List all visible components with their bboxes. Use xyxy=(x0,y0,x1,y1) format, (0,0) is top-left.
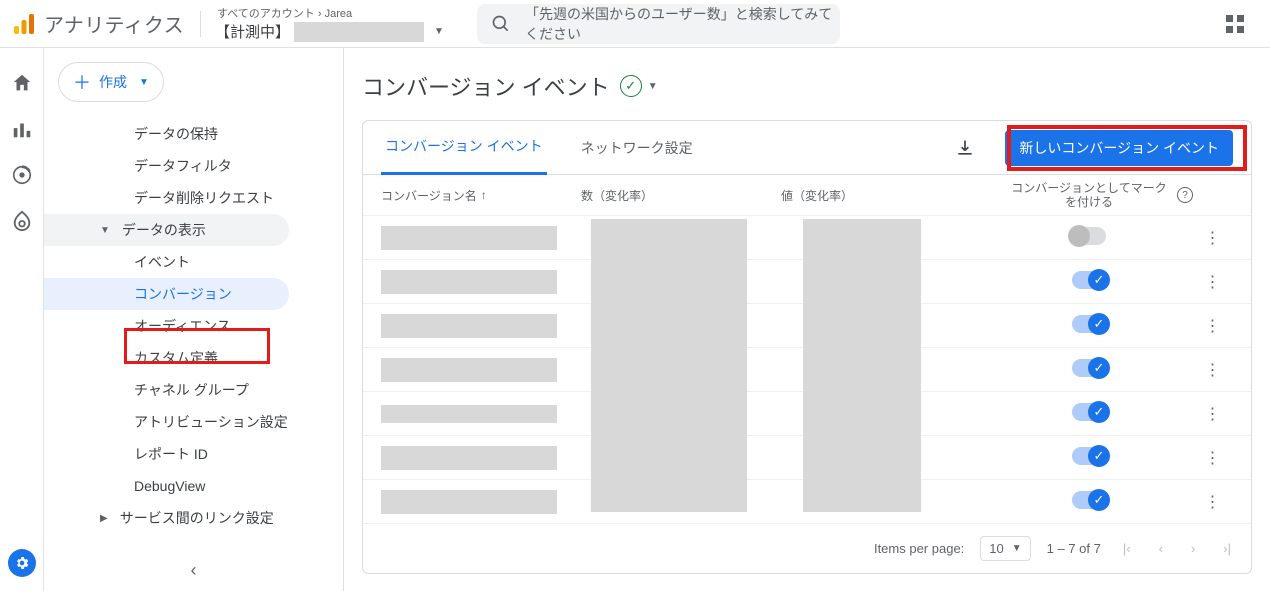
col-conversion-name[interactable]: コンバージョン名↑ xyxy=(381,187,581,204)
chevron-down-icon: ▼ xyxy=(100,225,110,236)
chevron-down-icon: ▼ xyxy=(139,77,149,88)
masked-cell xyxy=(381,490,557,514)
tab-conversion-events[interactable]: コンバージョン イベント xyxy=(381,121,547,175)
mark-toggle[interactable]: ✓ xyxy=(1072,271,1106,289)
help-icon[interactable]: ? xyxy=(1177,187,1193,203)
masked-cell xyxy=(381,446,557,470)
first-page-icon[interactable]: |‹ xyxy=(1117,541,1137,556)
brand-name: アナリティクス xyxy=(44,9,184,38)
sidebar-item-custom-definitions[interactable]: カスタム定義 xyxy=(44,342,289,374)
sidebar-nav: データの保持 データフィルタ データ削除リクエスト ▼データの表示 イベント コ… xyxy=(44,118,343,534)
admin-sidebar: ＋ 作成 ▼ データの保持 データフィルタ データ削除リクエスト ▼データの表示… xyxy=(44,48,344,591)
admin-settings-icon[interactable] xyxy=(8,549,36,577)
chevron-down-icon: ▼ xyxy=(1012,543,1022,554)
breadcrumb-top: すべてのアカウント › Jarea xyxy=(211,5,471,21)
page-title-row: コンバージョン イベント ✓ ▼ xyxy=(362,70,1252,102)
collapse-sidebar-icon[interactable]: ‹ xyxy=(191,560,197,581)
plus-icon: ＋ xyxy=(73,69,91,95)
reports-icon[interactable] xyxy=(11,118,33,140)
sidebar-item-attribution[interactable]: アトリビューション設定 xyxy=(44,406,289,438)
mark-toggle[interactable] xyxy=(1072,227,1106,245)
sidebar-item-audiences[interactable]: オーディエンス xyxy=(44,310,289,342)
chevron-down-icon: ▼ xyxy=(428,26,450,37)
conversions-card: コンバージョン イベント ネットワーク設定 新しいコンバージョン イベント コン… xyxy=(362,120,1252,574)
sidebar-item-conversions[interactable]: コンバージョン xyxy=(44,278,289,310)
col-value: 値（変化率） xyxy=(781,187,961,204)
sidebar-item-data-filter[interactable]: データフィルタ xyxy=(44,150,289,182)
row-menu-icon[interactable]: ⋮ xyxy=(1193,316,1233,336)
main-content: コンバージョン イベント ✓ ▼ コンバージョン イベント ネットワーク設定 新… xyxy=(344,48,1270,591)
masked-property-name xyxy=(294,22,424,42)
masked-cell xyxy=(381,270,557,294)
mark-toggle[interactable]: ✓ xyxy=(1072,403,1106,421)
explore-icon[interactable] xyxy=(11,164,33,186)
row-menu-icon[interactable]: ⋮ xyxy=(1193,492,1233,512)
chevron-down-icon: ▼ xyxy=(648,81,658,92)
search-icon xyxy=(477,14,525,34)
verified-icon[interactable]: ✓ xyxy=(620,75,642,97)
masked-column-value xyxy=(803,219,921,512)
new-conversion-event-button[interactable]: 新しいコンバージョン イベント xyxy=(1005,130,1233,166)
app-header: アナリティクス すべてのアカウント › Jarea 【計測中】 ▼ 「先週の米国… xyxy=(0,0,1270,48)
property-selector[interactable]: すべてのアカウント › Jarea 【計測中】 ▼ xyxy=(211,5,471,42)
col-mark-conversion: コンバージョンとしてマークを付ける xyxy=(1009,181,1169,210)
home-icon[interactable] xyxy=(11,72,33,94)
sidebar-item-data-retention[interactable]: データの保持 xyxy=(44,118,289,150)
masked-cell xyxy=(381,226,557,250)
search-placeholder: 「先週の米国からのユーザー数」と検索してみてください xyxy=(525,4,840,44)
chevron-right-icon: ▶ xyxy=(100,513,108,524)
mark-toggle[interactable]: ✓ xyxy=(1072,359,1106,377)
left-rail xyxy=(0,48,44,591)
sidebar-item-events[interactable]: イベント xyxy=(44,246,289,278)
table-header: コンバージョン名↑ 数（変化率） 値（変化率） コンバージョンとしてマークを付け… xyxy=(363,175,1251,215)
create-button[interactable]: ＋ 作成 ▼ xyxy=(58,62,164,102)
next-page-icon[interactable]: › xyxy=(1185,541,1201,556)
search-input[interactable]: 「先週の米国からのユーザー数」と検索してみてください xyxy=(477,4,840,44)
sidebar-item-data-deletion[interactable]: データ削除リクエスト xyxy=(44,182,289,214)
prev-page-icon[interactable]: ‹ xyxy=(1153,541,1169,556)
masked-cell xyxy=(381,405,557,423)
mark-toggle[interactable]: ✓ xyxy=(1072,315,1106,333)
last-page-icon[interactable]: ›| xyxy=(1217,541,1237,556)
row-menu-icon[interactable]: ⋮ xyxy=(1193,404,1233,424)
download-icon[interactable] xyxy=(955,138,975,158)
row-menu-icon[interactable]: ⋮ xyxy=(1193,360,1233,380)
apps-grid-icon[interactable] xyxy=(1208,15,1262,33)
masked-column-count xyxy=(591,219,747,512)
header-divider xyxy=(200,11,201,37)
col-count: 数（変化率） xyxy=(581,187,781,204)
masked-cell xyxy=(381,358,557,382)
table-body: ? ⋮ ✓ ? ⋮ ✓ ? ⋮ ✓ ? ⋮ xyxy=(363,215,1251,523)
mark-toggle[interactable]: ✓ xyxy=(1072,447,1106,465)
items-per-page-label: Items per page: xyxy=(874,541,964,556)
page-title: コンバージョン イベント xyxy=(362,70,610,102)
mark-toggle[interactable]: ✓ xyxy=(1072,491,1106,509)
page-range: 1 – 7 of 7 xyxy=(1047,541,1101,556)
items-per-page-select[interactable]: 10▼ xyxy=(980,536,1030,561)
sidebar-item-report-id[interactable]: レポート ID xyxy=(44,438,289,470)
sidebar-item-channel-groups[interactable]: チャネル グループ xyxy=(44,374,289,406)
tab-network-settings[interactable]: ネットワーク設定 xyxy=(577,121,697,175)
card-header: コンバージョン イベント ネットワーク設定 新しいコンバージョン イベント xyxy=(363,121,1251,175)
sort-asc-icon: ↑ xyxy=(481,188,487,202)
analytics-logo-icon xyxy=(12,12,36,36)
row-menu-icon[interactable]: ⋮ xyxy=(1193,272,1233,292)
masked-cell xyxy=(381,314,557,338)
sidebar-group-data-display[interactable]: ▼データの表示 xyxy=(44,214,289,246)
sidebar-group-product-links[interactable]: ▶サービス間のリンク設定 xyxy=(44,502,289,534)
create-button-label: 作成 xyxy=(99,72,127,92)
row-menu-icon[interactable]: ⋮ xyxy=(1193,448,1233,468)
table-pager: Items per page: 10▼ 1 – 7 of 7 |‹ ‹ › ›| xyxy=(363,523,1251,573)
sidebar-item-debugview[interactable]: DebugView xyxy=(44,470,289,502)
advertising-icon[interactable] xyxy=(11,210,33,232)
row-menu-icon[interactable]: ⋮ xyxy=(1193,228,1233,248)
breadcrumb-property: 【計測中】 xyxy=(211,21,290,42)
logo-block: アナリティクス xyxy=(0,9,190,38)
